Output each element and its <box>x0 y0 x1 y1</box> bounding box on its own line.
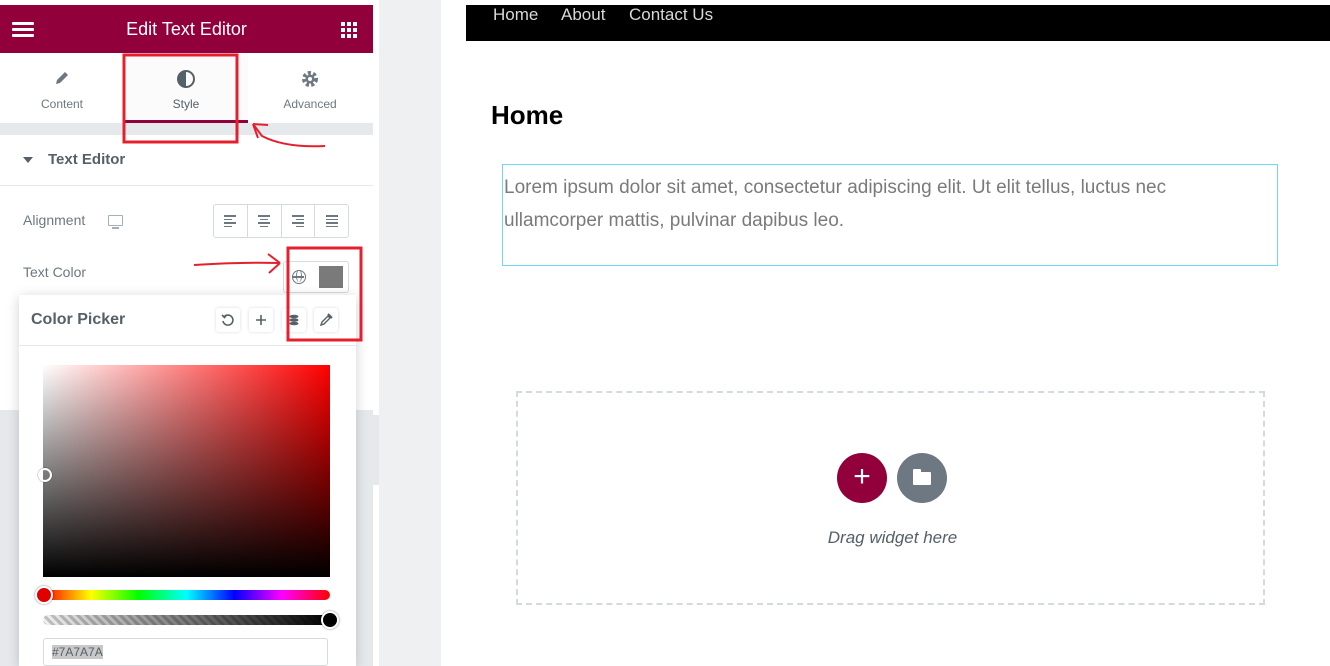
grid-icon[interactable] <box>341 22 357 38</box>
panel-tabs: Content Style Advanced <box>0 53 373 123</box>
tab-content-label: Content <box>40 97 84 111</box>
nav-about[interactable]: About <box>561 5 605 25</box>
color-picker-title: Color Picker <box>31 311 126 328</box>
empty-section-dropzone[interactable]: + Drag widget here <box>516 391 1265 605</box>
drag-hint: Drag widget here <box>827 528 958 547</box>
hue-handle[interactable] <box>35 586 53 604</box>
plus-icon <box>256 315 266 325</box>
align-left-button[interactable] <box>214 205 248 237</box>
pencil-icon <box>0 69 124 89</box>
contrast-icon <box>124 69 248 89</box>
eyedropper-button[interactable] <box>314 308 338 332</box>
page-heading: Home <box>491 100 564 130</box>
hex-value: #7A7A7A <box>52 645 103 659</box>
opacity-handle[interactable] <box>321 611 339 629</box>
eyedropper-icon <box>319 313 333 327</box>
saturation-handle[interactable] <box>38 468 52 482</box>
caret-down-icon <box>23 157 33 163</box>
widget-paragraph: Lorem ipsum dolor sit amet, consectetur … <box>504 177 1167 231</box>
stack-icon <box>289 314 299 326</box>
text-color-label: Text Color <box>23 264 87 280</box>
page-preview: Home About Contact Us Home Lorem ipsum d… <box>441 0 1330 666</box>
tab-advanced-label: Advanced <box>283 97 337 111</box>
tab-advanced[interactable]: Advanced <box>248 53 372 123</box>
tab-content[interactable]: Content <box>0 53 124 123</box>
color-swatch[interactable] <box>319 266 343 288</box>
picker-divider <box>19 345 356 346</box>
plus-icon: + <box>853 460 871 493</box>
saturation-area[interactable] <box>43 365 330 577</box>
template-library-button[interactable] <box>897 453 947 503</box>
global-colors-button[interactable] <box>282 308 306 332</box>
align-right-button[interactable] <box>282 205 316 237</box>
monitor-icon[interactable] <box>108 215 123 229</box>
top-nav: Home About Contact Us <box>466 5 1330 41</box>
add-color-button[interactable] <box>249 308 273 332</box>
tab-style-label: Style <box>172 97 200 111</box>
canvas-gutter <box>379 0 441 666</box>
folder-icon <box>913 469 931 485</box>
reset-icon <box>221 314 234 326</box>
hue-slider[interactable] <box>43 590 330 600</box>
nav-home[interactable]: Home <box>493 5 538 25</box>
add-section-button[interactable]: + <box>837 453 887 503</box>
hex-input[interactable]: #7A7A7A <box>43 638 328 666</box>
section-toggle[interactable]: Text Editor <box>0 135 373 186</box>
text-color-control <box>283 261 349 293</box>
panel-title: Edit Text Editor <box>126 19 247 39</box>
color-picker-popover: Color Picker #7A7A7A <box>19 295 356 666</box>
align-center-button[interactable] <box>248 205 282 237</box>
section-title: Text Editor <box>48 151 126 168</box>
alignment-label: Alignment <box>23 212 86 228</box>
panel-separator <box>0 123 373 135</box>
nav-contact[interactable]: Contact Us <box>629 5 713 25</box>
align-justify-button[interactable] <box>315 205 348 237</box>
gear-icon <box>248 69 372 89</box>
reset-button[interactable] <box>216 308 240 332</box>
text-editor-widget[interactable]: Lorem ipsum dolor sit amet, consectetur … <box>502 164 1278 266</box>
alignment-control <box>213 204 349 238</box>
panel-header: Edit Text Editor <box>0 5 373 53</box>
globe-icon[interactable] <box>292 270 306 284</box>
tab-style[interactable]: Style <box>124 53 248 123</box>
opacity-slider[interactable] <box>43 615 330 625</box>
